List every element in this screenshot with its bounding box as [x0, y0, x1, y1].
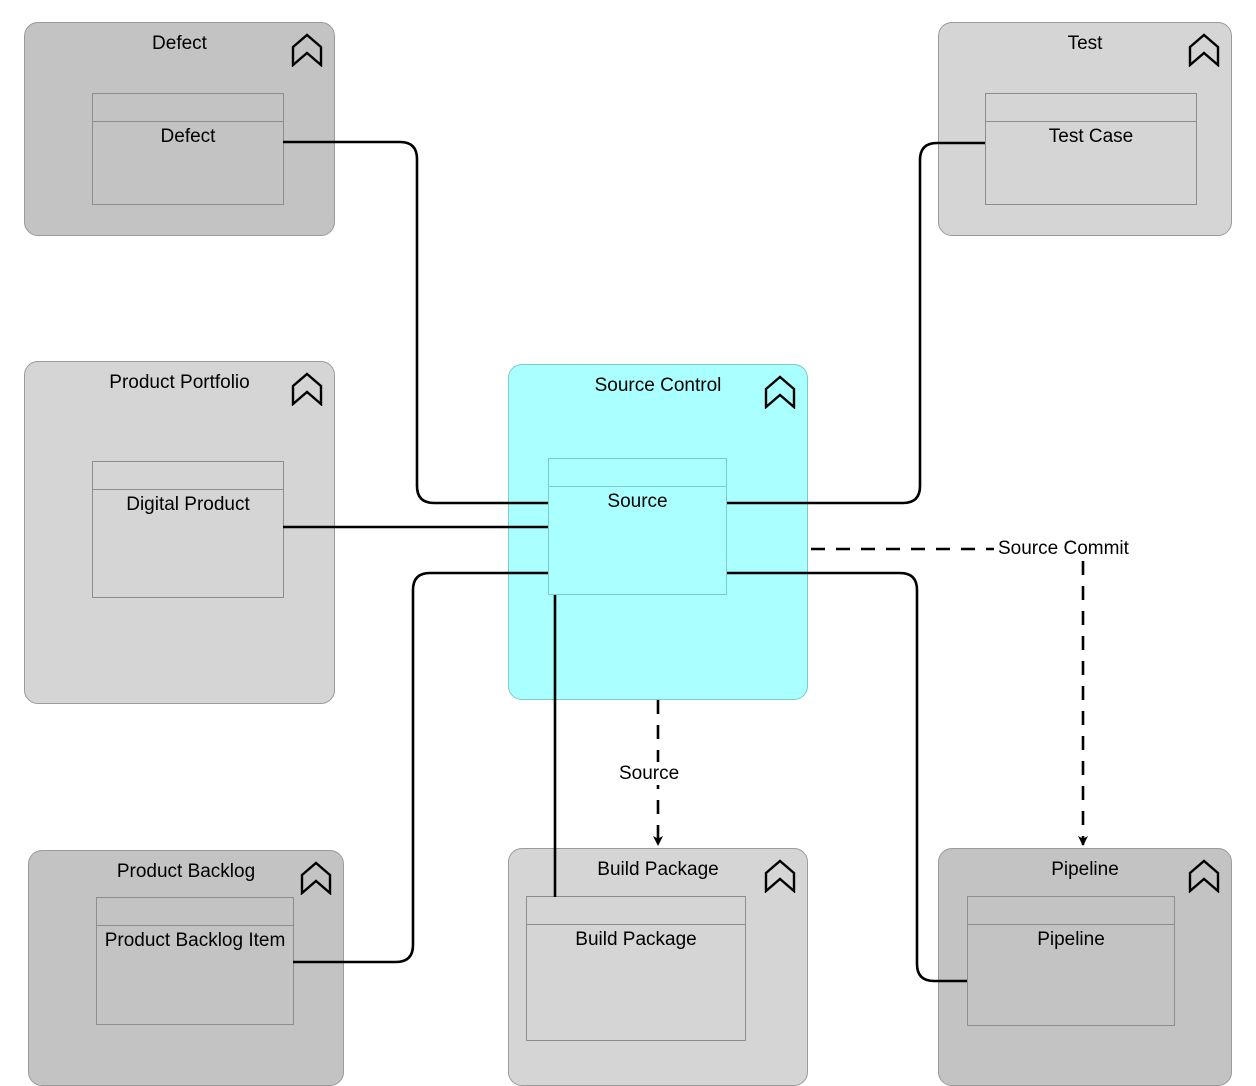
- element-header-bar: [986, 94, 1196, 122]
- element-label: Pipeline: [1037, 929, 1105, 950]
- element-header-bar: [549, 459, 726, 487]
- element-header-bar: [93, 462, 283, 490]
- edge-label-source: Source: [616, 762, 683, 785]
- element-header-bar: [97, 898, 293, 926]
- diagram-canvas: Defect Test Product Portfolio Source Con…: [0, 0, 1256, 1086]
- element-label: Digital Product: [126, 494, 250, 515]
- edge-label-source-commit: Source Commit: [995, 537, 1132, 560]
- element-test-case[interactable]: Test Case: [985, 93, 1197, 205]
- element-header-bar: [93, 94, 283, 122]
- element-product-backlog-item[interactable]: Product Backlog Item: [96, 897, 294, 1025]
- element-label: Product Backlog Item: [104, 930, 286, 951]
- element-header-bar: [968, 897, 1174, 925]
- chevron-up-icon: [1188, 33, 1220, 67]
- chevron-up-icon: [764, 859, 796, 893]
- group-title-product-portfolio: Product Portfolio: [109, 372, 250, 393]
- chevron-up-icon: [291, 372, 323, 406]
- chevron-up-icon: [764, 375, 796, 409]
- element-label: Test Case: [1048, 126, 1134, 147]
- chevron-up-icon: [300, 861, 332, 895]
- group-title-product-backlog: Product Backlog: [116, 861, 256, 882]
- group-title-defect: Defect: [152, 33, 207, 54]
- element-label: Build Package: [575, 929, 697, 950]
- chevron-up-icon: [291, 33, 323, 67]
- element-build-package[interactable]: Build Package: [526, 896, 746, 1041]
- element-label: Defect: [160, 126, 216, 147]
- chevron-up-icon: [1188, 859, 1220, 893]
- element-header-bar: [527, 897, 745, 925]
- element-source[interactable]: Source: [548, 458, 727, 595]
- element-label: Source: [607, 491, 668, 512]
- element-pipeline[interactable]: Pipeline: [967, 896, 1175, 1026]
- element-digital-product[interactable]: Digital Product: [92, 461, 284, 598]
- element-defect[interactable]: Defect: [92, 93, 284, 205]
